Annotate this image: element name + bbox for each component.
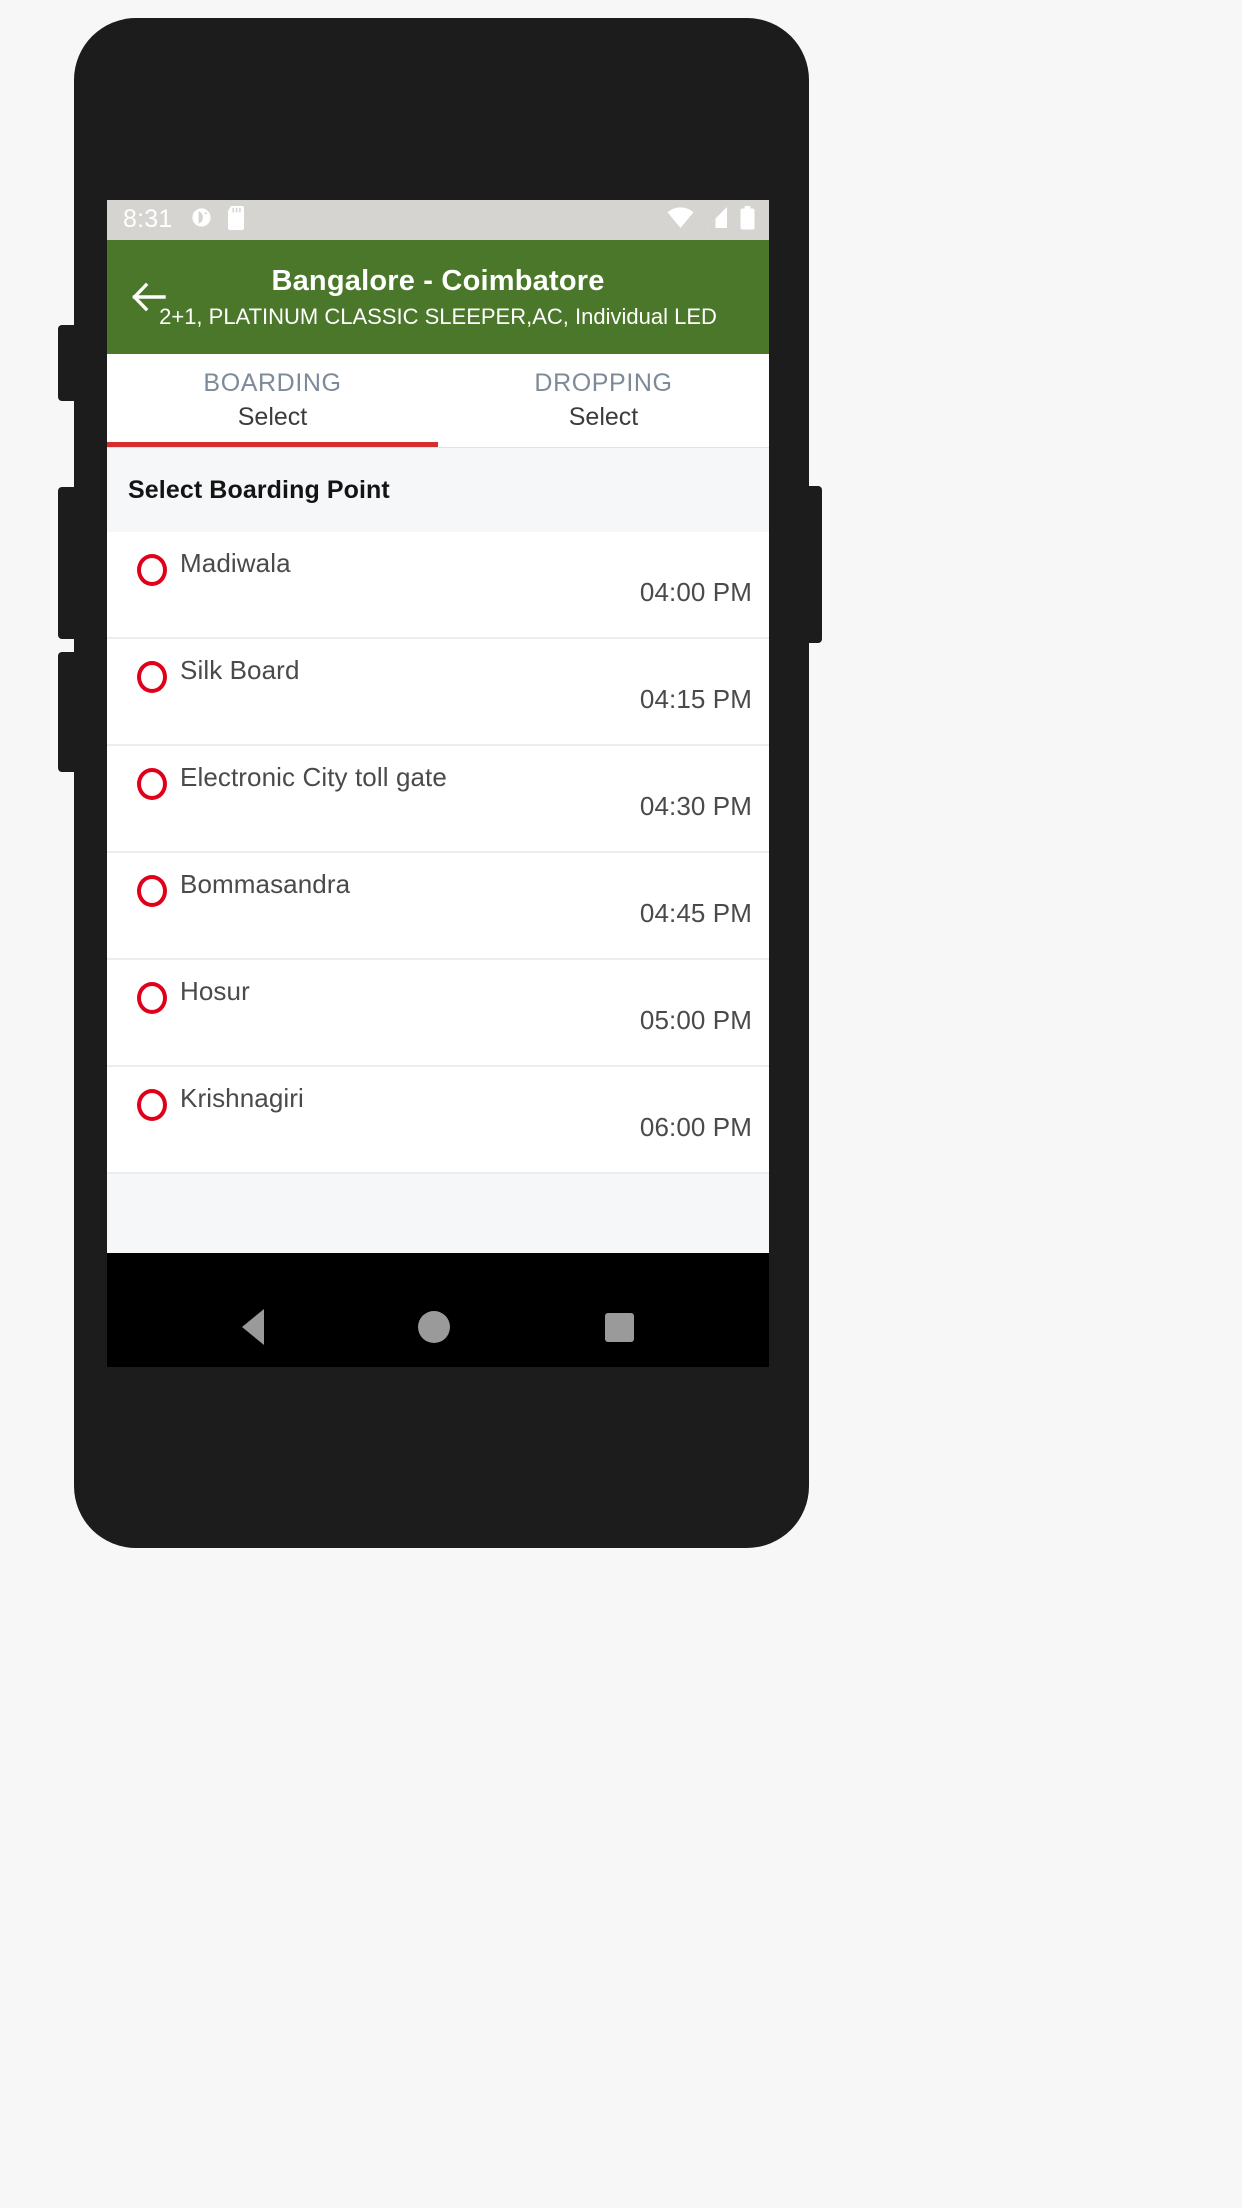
circle-home-icon[interactable]	[418, 1311, 451, 1343]
boarding-point-name: Madiwala	[180, 548, 291, 578]
radio-button-icon[interactable]	[137, 554, 167, 586]
sd-card-icon	[226, 205, 246, 235]
status-bar-clock: 8:31	[123, 204, 173, 233]
radio-button-icon[interactable]	[137, 982, 167, 1014]
wifi-icon	[667, 206, 694, 234]
boarding-point-name: Bommasandra	[180, 869, 351, 899]
status-bar: 8:31	[107, 200, 769, 240]
tab-boarding[interactable]: BOARDING Select	[107, 354, 438, 447]
tab-active-indicator	[107, 442, 438, 447]
cell-signal-icon	[705, 206, 729, 234]
status-bar-right-icons	[667, 205, 755, 235]
tab-boarding-value: Select	[237, 403, 308, 431]
do-not-disturb-icon	[190, 206, 213, 234]
square-recents-icon[interactable]	[604, 1312, 634, 1342]
boarding-point-name: Hosur	[180, 976, 250, 1006]
boarding-point-time: 04:15 PM	[639, 684, 752, 714]
app-bar-title-group: Bangalore - Coimbatore 2+1, PLATINUM CLA…	[107, 265, 769, 329]
android-nav-bar	[107, 1287, 769, 1367]
boarding-point-name: Silk Board	[180, 655, 300, 685]
status-bar-left-icons	[190, 205, 246, 235]
section-header: Select Boarding Point	[107, 448, 769, 532]
radio-button-icon[interactable]	[137, 768, 167, 800]
boarding-point-name: Krishnagiri	[180, 1083, 304, 1113]
list-item[interactable]: Bommasandra 04:45 PM	[107, 853, 769, 960]
volume-up-button[interactable]	[58, 325, 78, 401]
list-item[interactable]: Electronic City toll gate 04:30 PM	[107, 746, 769, 853]
mute-switch-button[interactable]	[58, 652, 78, 772]
boarding-point-time: 04:00 PM	[639, 577, 752, 607]
section-header-title: Select Boarding Point	[128, 475, 390, 504]
list-item[interactable]: Krishnagiri 06:00 PM	[107, 1067, 769, 1174]
battery-icon	[740, 205, 755, 235]
power-button[interactable]	[800, 486, 822, 643]
tab-bar: BOARDING Select DROPPING Select	[107, 354, 769, 448]
arrow-left-icon	[131, 282, 167, 317]
list-empty-space	[107, 1174, 769, 1253]
boarding-point-time: 04:30 PM	[639, 791, 752, 821]
list-item[interactable]: Madiwala 04:00 PM	[107, 532, 769, 639]
tab-dropping[interactable]: DROPPING Select	[438, 354, 769, 447]
device-screen: 8:31 Bangalore - Coimbatore 2+1, PLATINU…	[107, 200, 769, 1367]
boarding-point-name: Electronic City toll gate	[180, 762, 447, 792]
page-subtitle: 2+1, PLATINUM CLASSIC SLEEPER,AC, Indivi…	[159, 303, 717, 329]
list-item[interactable]: Hosur 05:00 PM	[107, 960, 769, 1067]
radio-button-icon[interactable]	[137, 661, 167, 693]
app-bar: Bangalore - Coimbatore 2+1, PLATINUM CLA…	[107, 240, 769, 354]
back-button[interactable]	[107, 240, 191, 354]
boarding-point-time: 04:45 PM	[639, 898, 752, 928]
page-title: Bangalore - Coimbatore	[271, 265, 605, 298]
tab-boarding-label: BOARDING	[203, 368, 342, 397]
tab-dropping-label: DROPPING	[534, 368, 673, 397]
volume-down-button[interactable]	[58, 487, 78, 639]
boarding-point-time: 05:00 PM	[639, 1005, 752, 1035]
boarding-point-list: Madiwala 04:00 PM Silk Board 04:15 PM El…	[107, 532, 769, 1174]
radio-button-icon[interactable]	[137, 1089, 167, 1121]
radio-button-icon[interactable]	[137, 875, 167, 907]
tab-dropping-value: Select	[568, 403, 639, 431]
list-item[interactable]: Silk Board 04:15 PM	[107, 639, 769, 746]
triangle-back-icon[interactable]	[242, 1309, 265, 1345]
boarding-point-time: 06:00 PM	[639, 1112, 752, 1142]
